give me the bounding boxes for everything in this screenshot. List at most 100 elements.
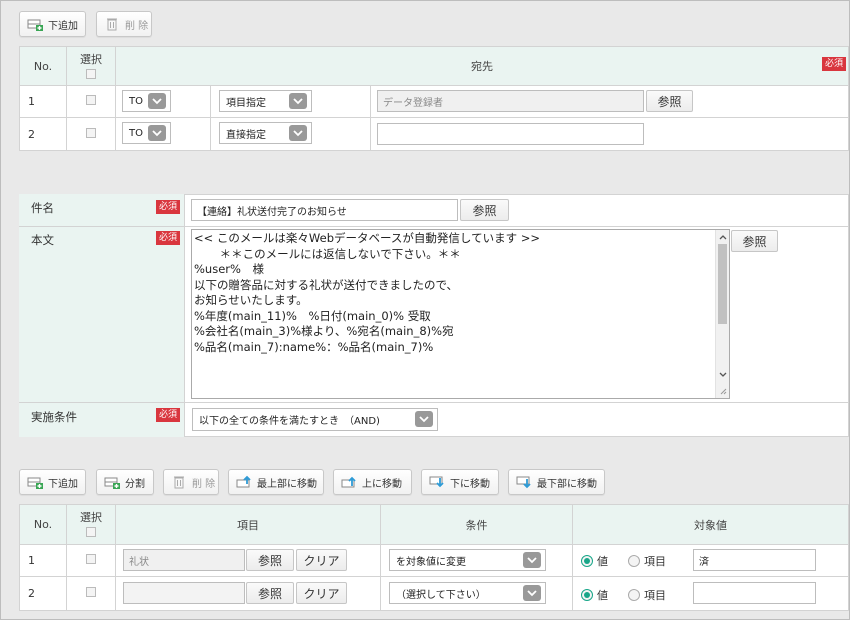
scroll-down-icon[interactable] (719, 372, 727, 378)
chevron-down-icon (148, 93, 166, 109)
split-icon (104, 475, 120, 489)
delete-label: 削 除 (192, 478, 216, 490)
dest-field-input[interactable]: データ登録者 (377, 90, 644, 112)
split-label: 分割 (125, 478, 145, 490)
condition-value: 以下の全ての条件を満たすとき （AND) (199, 416, 380, 427)
target-item-radio[interactable]: 項目 (628, 553, 666, 569)
move-up-label: 上に移動 (362, 478, 402, 490)
required-badge: 必須 (156, 200, 181, 214)
target-value-radio[interactable]: 値 (581, 553, 608, 569)
dest-field-placeholder: データ登録者 (383, 97, 443, 109)
delete-button[interactable]: 削 除 (96, 11, 152, 37)
target-value-input[interactable]: 済 (693, 549, 816, 571)
target-value-radio-label: 値 (597, 589, 608, 602)
row-select-cell (66, 117, 116, 151)
required-badge: 必須 (822, 57, 847, 71)
dest-mode-select[interactable]: 項目指定 (219, 90, 312, 112)
arrow-up-icon (341, 475, 357, 489)
item-ref-button[interactable]: 参照 (246, 549, 294, 571)
dest-type-select[interactable]: TO (122, 122, 171, 144)
arrow-down-icon (429, 475, 445, 489)
divider (19, 402, 849, 403)
scrollbar-thumb[interactable] (718, 244, 727, 324)
condition-op-select[interactable]: を対象値に変更 (389, 549, 546, 571)
condition-select[interactable]: 以下の全ての条件を満たすとき （AND) (192, 408, 438, 431)
select-all-checkbox[interactable] (86, 527, 96, 537)
resize-grip-icon[interactable] (720, 388, 727, 395)
dest-mode-select[interactable]: 直接指定 (219, 122, 312, 144)
divider (19, 226, 849, 227)
dest-type-select[interactable]: TO (122, 90, 171, 112)
condition-label: 実施条件 (31, 410, 77, 424)
trash-icon (104, 17, 120, 31)
divider (210, 85, 211, 150)
col-destination-label: 宛先 (471, 60, 493, 73)
target-item-radio-label: 項目 (644, 589, 666, 602)
item-ref-button[interactable]: 参照 (246, 582, 294, 604)
move-down-button[interactable]: 下に移動 (421, 469, 499, 495)
dest-mode-value: 項目指定 (226, 97, 266, 109)
delete-label: 削 除 (125, 20, 149, 32)
col-select-label: 選択 (80, 511, 102, 524)
subject-input[interactable]: 【連絡】礼状送付完了のお知らせ (191, 199, 458, 221)
body-scrollbar[interactable] (715, 230, 729, 398)
move-top-label: 最上部に移動 (257, 478, 317, 490)
required-badge: 必須 (156, 408, 181, 422)
row-no: 1 (19, 85, 67, 118)
move-down-label: 下に移動 (450, 478, 490, 490)
target-item-radio[interactable]: 項目 (628, 587, 666, 603)
trash-icon (171, 475, 187, 489)
add-below-button[interactable]: 下追加 (19, 11, 86, 37)
row-checkbox[interactable] (86, 95, 96, 105)
target-item-radio-label: 項目 (644, 555, 666, 568)
row-select-cell (66, 576, 116, 611)
subject-ref-button[interactable]: 参照 (460, 199, 509, 221)
chevron-down-icon (415, 411, 433, 427)
add-below-label: 下追加 (48, 20, 78, 32)
divider (370, 85, 371, 150)
add-below-button[interactable]: 下追加 (19, 469, 86, 495)
scroll-up-icon[interactable] (719, 234, 727, 240)
body-textarea[interactable]: << このメールは楽々Webデータベースが自動発信しています >> ＊＊このメー… (191, 229, 730, 399)
move-bottom-label: 最下部に移動 (537, 478, 597, 490)
dest-mode-value: 直接指定 (226, 129, 266, 141)
body-line: %品名(main_7):name%：%品名(main_7)% (194, 339, 434, 354)
item-clear-button[interactable]: クリア (296, 582, 347, 604)
body-ref-button[interactable]: 参照 (731, 230, 778, 252)
target-value-input[interactable] (693, 582, 816, 604)
row-checkbox[interactable] (86, 554, 96, 564)
col-no-header: No. (19, 504, 67, 545)
radio-unselected-icon (628, 555, 640, 567)
delete-button[interactable]: 削 除 (163, 469, 219, 495)
item-input[interactable]: 礼状 (123, 549, 245, 571)
move-up-button[interactable]: 上に移動 (333, 469, 412, 495)
item-clear-button[interactable]: クリア (296, 549, 347, 571)
condition-op-value: （選択して下さい） (396, 589, 486, 601)
target-value-radio[interactable]: 値 (581, 587, 608, 603)
select-all-checkbox[interactable] (86, 68, 96, 79)
split-button[interactable]: 分割 (96, 469, 154, 495)
row-checkbox[interactable] (86, 127, 96, 138)
subject-value: 【連絡】礼状送付完了のお知らせ (197, 206, 347, 218)
row-select-cell (66, 85, 116, 118)
dest-type-value: TO (129, 95, 143, 107)
col-target-header: 対象値 (572, 504, 849, 545)
row-checkbox[interactable] (86, 587, 96, 597)
body-line: %user% 様 (194, 262, 264, 276)
move-top-button[interactable]: 最上部に移動 (228, 469, 324, 495)
row-no: 2 (19, 117, 67, 151)
col-select-header: 選択 (66, 46, 116, 86)
condition-op-select[interactable]: （選択して下さい） (389, 582, 546, 604)
move-bottom-button[interactable]: 最下部に移動 (508, 469, 605, 495)
col-item-header: 項目 (115, 504, 381, 545)
dest-ref-button[interactable]: 参照 (646, 90, 693, 112)
target-value-radio-label: 値 (597, 555, 608, 568)
row-select-cell (66, 544, 116, 577)
add-row-icon (27, 475, 43, 489)
move-bottom-icon (516, 475, 532, 489)
dest-address-input[interactable] (377, 123, 644, 145)
radio-selected-icon (581, 555, 593, 567)
radio-selected-icon (581, 589, 593, 601)
item-input[interactable] (123, 582, 245, 604)
add-row-icon (27, 17, 43, 31)
